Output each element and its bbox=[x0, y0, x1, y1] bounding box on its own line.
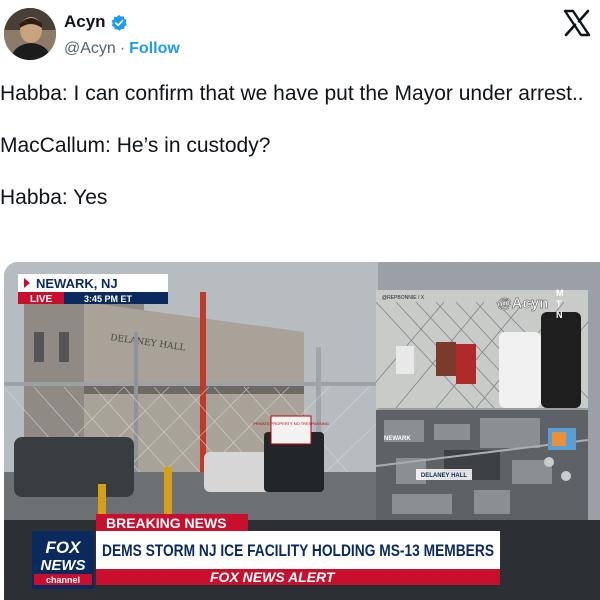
x-logo-icon[interactable] bbox=[562, 8, 592, 38]
location-label: NEWARK, NJ bbox=[36, 276, 118, 291]
side-source-label: @REPBONNIE / X bbox=[382, 295, 425, 301]
logo-news: NEWS bbox=[41, 557, 86, 574]
time-label: 3:45 PM ET bbox=[84, 294, 133, 304]
tweet-media[interactable]: DELANEY HALL PRIVATE PROPERTY NO TRESPAS… bbox=[4, 262, 600, 600]
verified-badge-icon bbox=[111, 14, 127, 31]
tweet-line-1: Habba: I can confirm that we have put th… bbox=[0, 82, 584, 105]
separator: · bbox=[119, 40, 126, 57]
person-white-jacket bbox=[499, 332, 541, 408]
mtn-letter-m: M bbox=[556, 288, 564, 298]
author-handle[interactable]: @Acyn bbox=[64, 40, 116, 57]
tweet-text: Habba: I can confirm that we have put th… bbox=[0, 80, 596, 212]
logo-channel: channel bbox=[46, 575, 80, 585]
sign-text: PRIVATE PROPERTY NO TRESPASSING bbox=[253, 421, 329, 426]
logo-fox: FOX bbox=[46, 538, 83, 557]
author-name[interactable]: Acyn bbox=[64, 12, 106, 32]
map-site-label: DELANEY HALL bbox=[421, 473, 468, 479]
watermark: @Acyn bbox=[497, 295, 548, 312]
breaking-news-label: BREAKING NEWS bbox=[106, 515, 227, 531]
tweet-line-3: Habba: Yes bbox=[0, 186, 108, 209]
handle-line: @Acyn · Follow bbox=[64, 40, 180, 58]
parked-car bbox=[14, 437, 134, 497]
avatar[interactable] bbox=[4, 8, 56, 60]
alert-label: FOX NEWS ALERT bbox=[210, 569, 336, 585]
news-broadcast-frame: DELANEY HALL PRIVATE PROPERTY NO TRESPAS… bbox=[4, 262, 600, 600]
map-city-label: NEWARK bbox=[384, 436, 411, 442]
avatar-image bbox=[4, 8, 56, 60]
tweet-header: Acyn @Acyn · Follow bbox=[0, 0, 600, 72]
person-dark-jacket bbox=[541, 312, 581, 408]
headline-text: DEMS STORM NJ ICE FACILITY HOLDING MS-13… bbox=[102, 541, 494, 560]
live-label: LIVE bbox=[30, 294, 53, 305]
follow-button[interactable]: Follow bbox=[129, 40, 180, 57]
tweet-line-2: MacCallum: He’s in custody? bbox=[0, 134, 271, 157]
mtn-letter-t: T bbox=[556, 299, 562, 309]
mtn-letter-n: N bbox=[556, 310, 563, 320]
